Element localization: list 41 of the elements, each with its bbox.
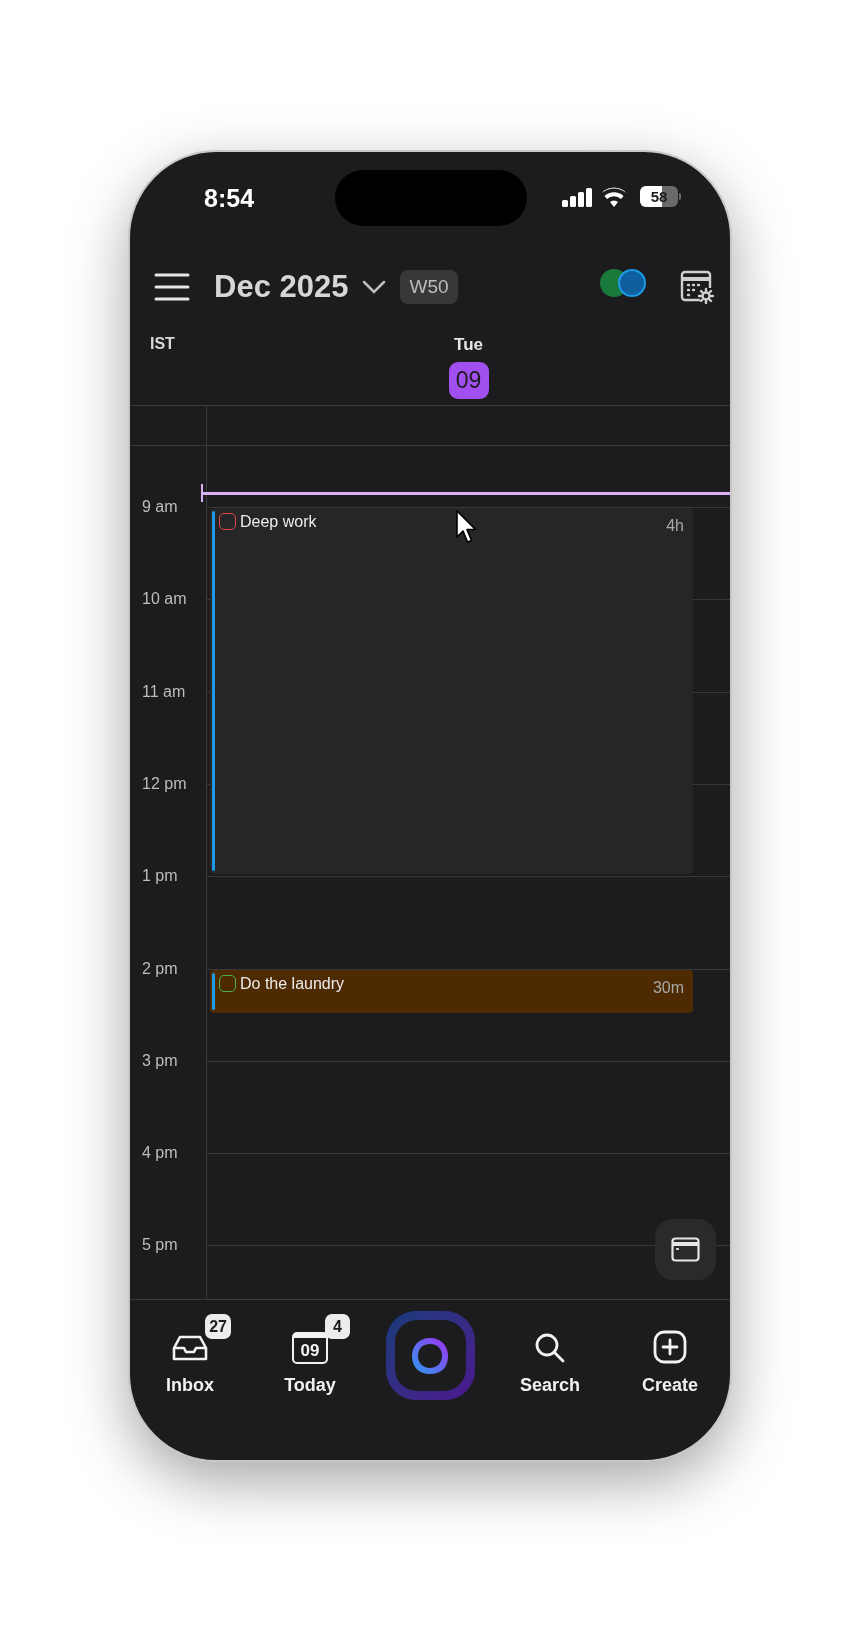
wifi-icon <box>602 187 626 207</box>
window-icon <box>671 1237 700 1262</box>
calendar-settings-icon[interactable] <box>680 270 714 304</box>
event-checkbox[interactable] <box>219 513 236 530</box>
event-stripe <box>212 972 215 1010</box>
hour-label: 2 pm <box>142 960 178 977</box>
nav-tab[interactable]: 27 Inbox <box>130 1300 250 1399</box>
hour-label: 9 am <box>142 499 178 515</box>
signal-icon <box>562 188 593 207</box>
date-badge[interactable]: 09 <box>448 361 489 399</box>
nav-tab[interactable]: 09 4 Today <box>250 1300 370 1399</box>
weekday-label: Tue <box>454 334 483 356</box>
hour-label: 5 pm <box>142 1237 178 1254</box>
chevron-down-icon[interactable] <box>362 280 387 294</box>
nav-tab[interactable]: Search <box>490 1300 610 1399</box>
menu-icon[interactable] <box>154 272 190 302</box>
hour-label: 12 pm <box>142 775 187 792</box>
event-duration: 4h <box>666 516 684 536</box>
assistant-button[interactable] <box>385 1311 475 1400</box>
count-badge: 27 <box>205 1314 231 1339</box>
event-title: Do the laundry <box>240 973 345 994</box>
window-toggle-button[interactable] <box>655 1219 716 1280</box>
event-title: Deep work <box>240 512 317 532</box>
count-badge: 4 <box>325 1314 350 1339</box>
timezone-label: IST <box>150 335 175 352</box>
nav-tab[interactable]: Create <box>610 1300 730 1399</box>
event-checkbox[interactable] <box>219 974 236 992</box>
hour-label: 3 pm <box>142 1052 178 1069</box>
hour-label: 11 am <box>142 683 186 700</box>
month-title[interactable]: Dec 2025 <box>214 263 349 311</box>
search-icon <box>534 1332 566 1364</box>
hour-label: 4 pm <box>142 1145 178 1162</box>
hour-label: 1 pm <box>142 868 178 885</box>
event-card[interactable]: Deep work 4h <box>210 508 693 875</box>
event-card[interactable]: Do the laundry 30m <box>210 969 693 1013</box>
plus-icon <box>653 1330 687 1364</box>
mouse-cursor-icon <box>456 510 478 544</box>
status-time: 8:54 <box>204 183 255 214</box>
week-badge: W50 <box>400 270 458 304</box>
hour-label: 10 am <box>142 591 187 608</box>
event-duration: 30m <box>652 977 684 998</box>
